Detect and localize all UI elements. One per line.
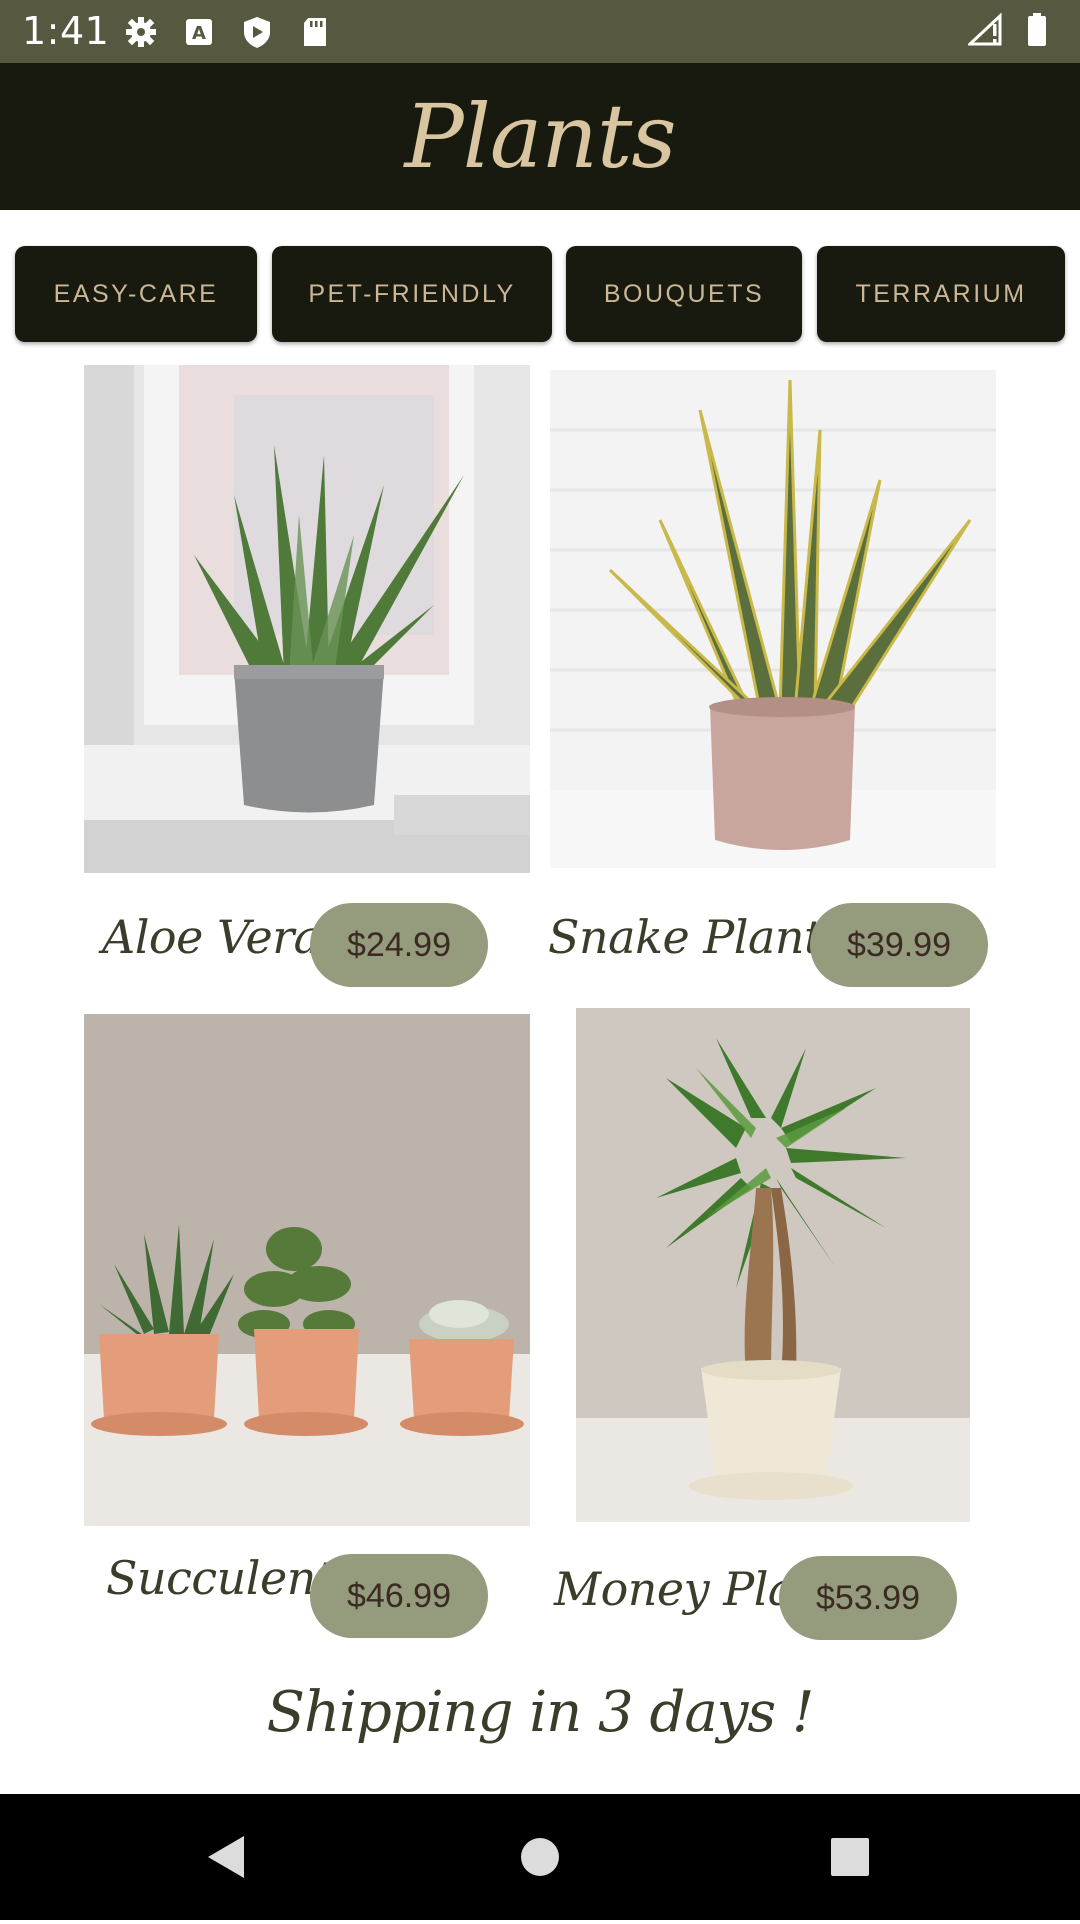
status-bar: 1:41 A — [0, 0, 1080, 63]
navigation-bar — [0, 1794, 1080, 1920]
app-title: Plants — [404, 85, 676, 188]
play-shield-icon — [238, 13, 276, 51]
category-easy-care-button[interactable]: EASY-CARE — [15, 246, 257, 342]
snake-plant-price-button[interactable]: $39.99 — [810, 903, 988, 987]
money-plant-price-button[interactable]: $53.99 — [779, 1556, 957, 1640]
back-icon[interactable] — [166, 1794, 286, 1920]
category-bouquets-button[interactable]: BOUQUETS — [566, 246, 802, 342]
succulent-name: Succulent — [106, 1551, 334, 1605]
recents-icon[interactable] — [790, 1794, 910, 1920]
succulent-image[interactable] — [84, 1014, 530, 1526]
status-time: 1:41 — [22, 9, 110, 53]
text-a-icon: A — [180, 13, 218, 51]
snake-plant-image[interactable] — [550, 370, 996, 868]
gear-icon — [122, 13, 160, 51]
aloe-vera-name: Aloe Vera — [102, 910, 321, 964]
aloe-vera-price-button[interactable]: $24.99 — [310, 903, 488, 987]
category-pet-friendly-button[interactable]: PET-FRIENDLY — [272, 246, 552, 342]
signal-icon — [966, 12, 1004, 52]
shipping-notice: Shipping in 3 days ! — [266, 1680, 815, 1745]
money-plant-image[interactable] — [576, 1008, 970, 1522]
succulent-price-button[interactable]: $46.99 — [310, 1554, 488, 1638]
svg-text:A: A — [192, 23, 206, 44]
category-terrarium-button[interactable]: TERRARIUM — [817, 246, 1065, 342]
sd-card-icon — [296, 13, 334, 51]
home-icon[interactable] — [480, 1794, 600, 1920]
app-header: Plants — [0, 63, 1080, 210]
battery-icon — [1026, 12, 1048, 52]
snake-plant-name: Snake Plant — [548, 910, 822, 964]
aloe-vera-image[interactable] — [84, 365, 530, 873]
